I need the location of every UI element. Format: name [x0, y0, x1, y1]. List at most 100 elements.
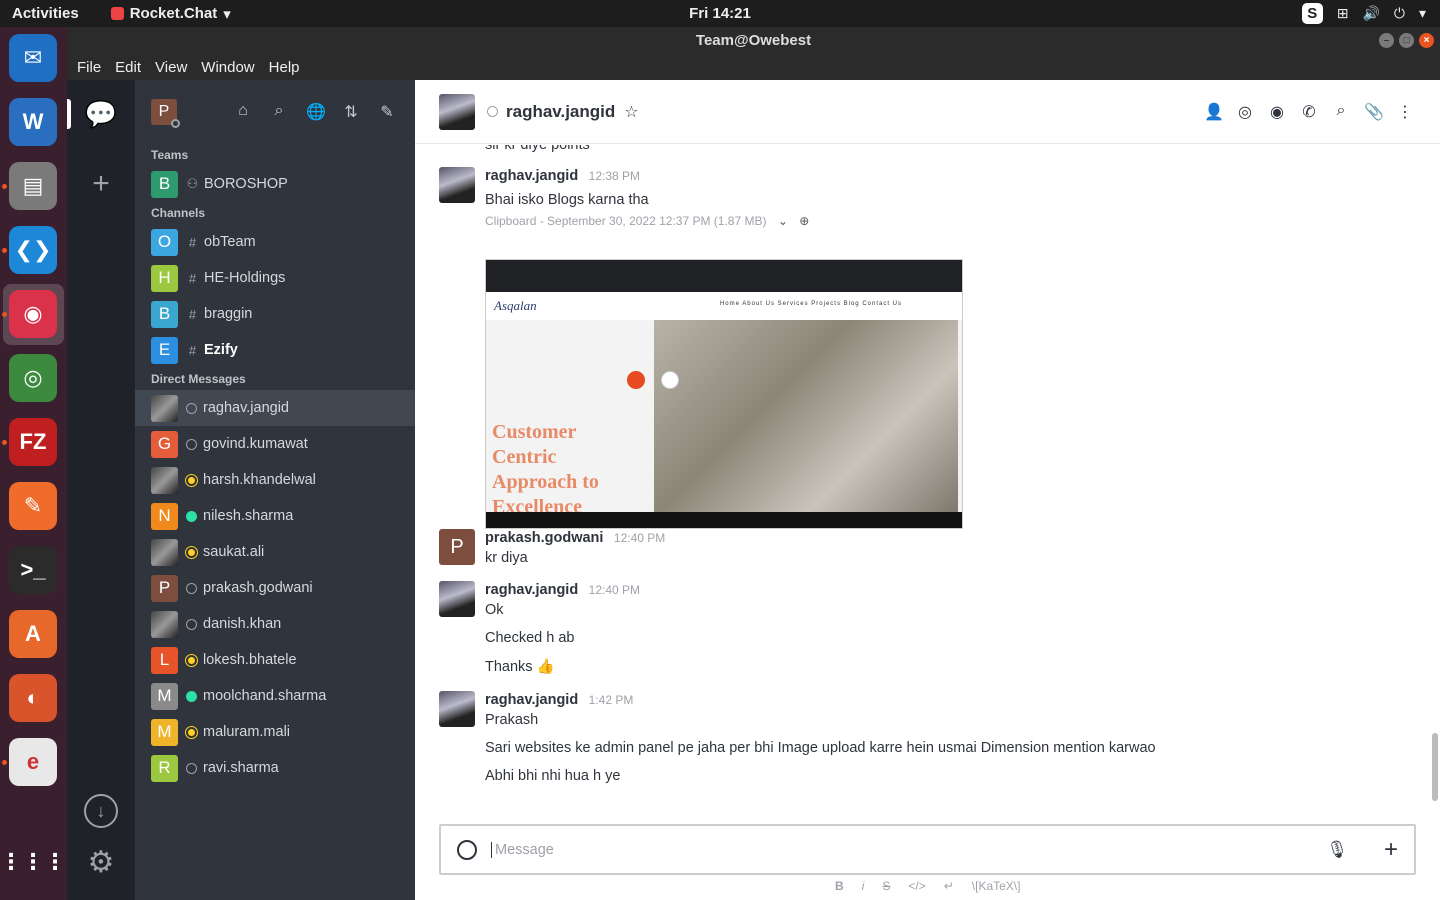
sidebar-item-he-holdings[interactable]: H # HE-Holdings: [135, 260, 415, 296]
sidebar-item-moolchand-sharma[interactable]: Mmoolchand.sharma: [135, 678, 415, 714]
sidebar-item-maluram-mali[interactable]: Mmaluram.mali: [135, 714, 415, 750]
multiline-icon[interactable]: ↵: [944, 879, 954, 893]
terminal-icon[interactable]: >_: [9, 546, 57, 594]
menu-window[interactable]: Window: [195, 59, 260, 76]
message-scrollbar[interactable]: [1432, 733, 1438, 801]
text-editor-icon[interactable]: e: [9, 738, 57, 786]
message-item[interactable]: P prakash.godwani 12:40 PM kr diya: [439, 529, 1419, 569]
sort-icon[interactable]: ⇅: [342, 102, 360, 122]
collapse-chevron-icon[interactable]: ⌄: [778, 214, 788, 228]
files-icon[interactable]: ▤: [9, 162, 57, 210]
star-icon[interactable]: ☆: [624, 102, 638, 122]
activities-button[interactable]: Activities: [0, 5, 91, 22]
power-icon[interactable]: ⏻: [1394, 5, 1405, 22]
sidebar-item-lokesh-bhatele[interactable]: Llokesh.bhatele: [135, 642, 415, 678]
thunderbird-icon[interactable]: ✉: [9, 34, 57, 82]
chevron-down-icon: ▾: [223, 5, 231, 23]
volume-icon[interactable]: 🔊: [1362, 5, 1379, 22]
sidebar-item-obteam[interactable]: O # obTeam: [135, 224, 415, 260]
menu-bar: File Edit View Window Help: [67, 54, 1440, 80]
sidebar-item-braggin[interactable]: B # braggin: [135, 296, 415, 332]
message-item[interactable]: raghav.jangid 1:42 PM Prakash Sari websi…: [439, 691, 1419, 791]
sidebar-item-govind-kumawat[interactable]: Ggovind.kumawat: [135, 426, 415, 462]
sidebar-item-danish-khan[interactable]: danish.khan: [135, 606, 415, 642]
code-icon[interactable]: </>: [908, 879, 925, 893]
sidebar-item-saukat-ali[interactable]: saukat.ali: [135, 534, 415, 570]
kebab-menu-icon[interactable]: ⋮: [1396, 102, 1414, 122]
sender-avatar[interactable]: [439, 581, 475, 617]
room-avatar: [151, 466, 178, 494]
search-icon[interactable]: ⌕: [270, 102, 288, 122]
message-input[interactable]: [491, 841, 1291, 858]
call-icon[interactable]: ✆: [1300, 102, 1318, 122]
running-indicator: [2, 248, 7, 253]
message-body: Checked h ab: [485, 630, 575, 646]
sidebar-item-raghav-jangid[interactable]: raghav.jangid: [135, 390, 415, 426]
rocketchat-icon[interactable]: ◉: [9, 290, 57, 338]
room-title[interactable]: raghav.jangid: [506, 102, 615, 122]
search-messages-icon[interactable]: ⌕: [1332, 102, 1350, 122]
sidebar-item-ezify[interactable]: E # Ezify: [135, 332, 415, 368]
menu-view[interactable]: View: [149, 59, 193, 76]
attachment-image[interactable]: Asqalan Home About Us Services Projects …: [485, 259, 963, 529]
minimize-icon[interactable]: –: [1379, 33, 1394, 48]
room-avatar[interactable]: [439, 93, 475, 130]
message-item[interactable]: raghav.jangid 12:40 PM Ok Checked h ab T…: [439, 581, 1419, 681]
sidebar-item-harsh-khandelwal[interactable]: harsh.khandelwal: [135, 462, 415, 498]
chrome-icon[interactable]: ◎: [9, 354, 57, 402]
add-attachment-icon[interactable]: +: [1384, 836, 1398, 864]
sender-name[interactable]: raghav.jangid: [485, 168, 578, 184]
maximize-icon[interactable]: □: [1399, 33, 1414, 48]
message-item[interactable]: raghav.jangid 12:38 PM Bhai isko Blogs k…: [439, 167, 1419, 537]
directory-globe-icon[interactable]: 🌐: [306, 102, 326, 122]
skype-icon[interactable]: S: [1301, 3, 1323, 24]
downloads-icon[interactable]: ↓: [84, 794, 118, 828]
hero-line: Customer: [492, 421, 577, 443]
sidebar-item-nilesh-sharma[interactable]: Nnilesh.sharma: [135, 498, 415, 534]
settings-gear-icon[interactable]: ⚙: [84, 846, 118, 880]
chevron-down-icon[interactable]: ▾: [1419, 5, 1426, 22]
sender-avatar[interactable]: P: [439, 529, 475, 565]
postman-icon[interactable]: ✎: [9, 482, 57, 530]
bold-icon[interactable]: B: [835, 879, 844, 893]
sender-avatar[interactable]: [439, 167, 475, 203]
home-icon[interactable]: ⌂: [234, 102, 252, 122]
sidebar-item-boroshop[interactable]: B ⚇ BOROSHOP: [135, 166, 415, 202]
network-icon[interactable]: ⊞: [1337, 5, 1349, 22]
user-info-icon[interactable]: 👤: [1204, 102, 1224, 122]
rocketchat-server-icon[interactable]: 💬: [84, 99, 118, 129]
close-icon[interactable]: ×: [1419, 33, 1434, 48]
create-new-icon[interactable]: ✎: [378, 102, 396, 122]
room-name: ravi.sharma: [203, 760, 279, 776]
italic-icon[interactable]: i: [862, 879, 865, 893]
sidebar-item-ravi-sharma[interactable]: Rravi.sharma: [135, 750, 415, 786]
user-avatar[interactable]: P: [151, 99, 180, 128]
sender-avatar[interactable]: [439, 691, 475, 727]
sidebar-item-prakash-godwani[interactable]: Pprakash.godwani: [135, 570, 415, 606]
sender-name[interactable]: raghav.jangid: [485, 692, 578, 708]
strike-icon[interactable]: S: [882, 879, 890, 893]
sidebar-toolbar: ⌂ ⌕ 🌐 ⇅ ✎: [234, 102, 396, 122]
download-icon[interactable]: ⊕: [799, 214, 809, 228]
emoji-icon[interactable]: [457, 839, 477, 860]
threads-icon[interactable]: ◎: [1236, 102, 1254, 122]
microphone-icon[interactable]: 🎙: [1326, 840, 1348, 860]
show-apps-icon[interactable]: ⋮⋮⋮: [0, 838, 66, 886]
add-server-icon[interactable]: +: [87, 169, 115, 199]
sender-name[interactable]: prakash.godwani: [485, 530, 603, 546]
vscode-icon[interactable]: ❮❯: [9, 226, 57, 274]
discussion-icon[interactable]: ◉: [1268, 102, 1286, 122]
katex-button[interactable]: \[KaTeX\]: [972, 879, 1021, 893]
app-menu[interactable]: Rocket.Chat ▾: [110, 5, 231, 23]
libreoffice-writer-icon[interactable]: W: [9, 98, 57, 146]
menu-file[interactable]: File: [71, 59, 107, 76]
message-body: Thanks 👍: [485, 659, 555, 675]
attachment-clip-icon[interactable]: 📎: [1364, 102, 1384, 122]
menu-help[interactable]: Help: [263, 59, 306, 76]
firefox-icon[interactable]: ◐: [9, 674, 57, 722]
software-center-icon[interactable]: A: [9, 610, 57, 658]
menu-edit[interactable]: Edit: [109, 59, 147, 76]
status-offline-indicator: [186, 618, 197, 630]
sender-name[interactable]: raghav.jangid: [485, 582, 578, 598]
filezilla-icon[interactable]: FZ: [9, 418, 57, 466]
